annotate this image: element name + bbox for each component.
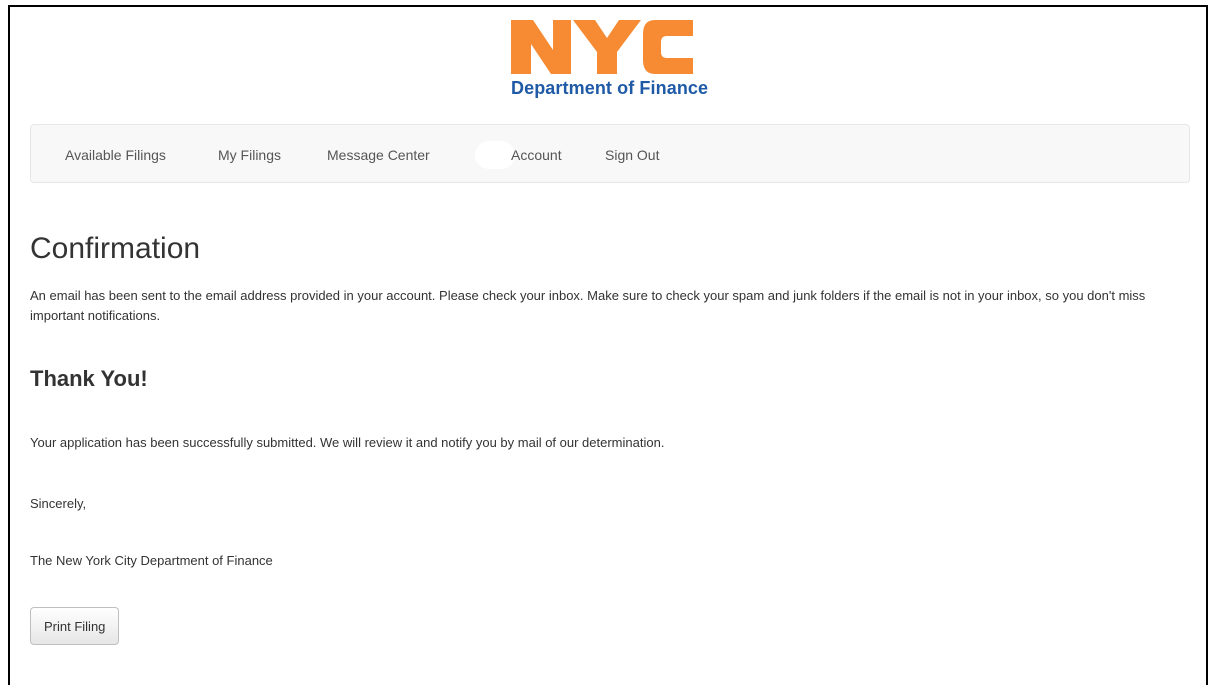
nyc-dof-logo[interactable]: Department of Finance [511,14,737,104]
closing-text: Sincerely, [30,496,87,511]
logo-subtitle: Department of Finance [511,78,709,98]
nyc-logo-mark [511,20,693,74]
nav-sign-out[interactable]: Sign Out [605,147,659,163]
page-frame [8,5,1208,685]
nav-account[interactable]: Account [511,147,562,163]
nav-message-center[interactable]: Message Center [327,147,430,163]
signature-text: The New York City Department of Finance [30,553,273,568]
page-title: Confirmation [30,232,201,265]
thank-you-heading: Thank You! [30,366,148,391]
main-navbar: Available Filings My Filings Message Cen… [30,124,1190,183]
message-count-badge [475,141,515,169]
print-filing-button[interactable]: Print Filing [30,607,120,645]
email-notice: An email has been sent to the email addr… [30,288,1146,323]
nav-available-filings[interactable]: Available Filings [65,147,166,163]
nav-my-filings[interactable]: My Filings [218,147,281,163]
submission-message: Your application has been successfully s… [30,435,665,450]
